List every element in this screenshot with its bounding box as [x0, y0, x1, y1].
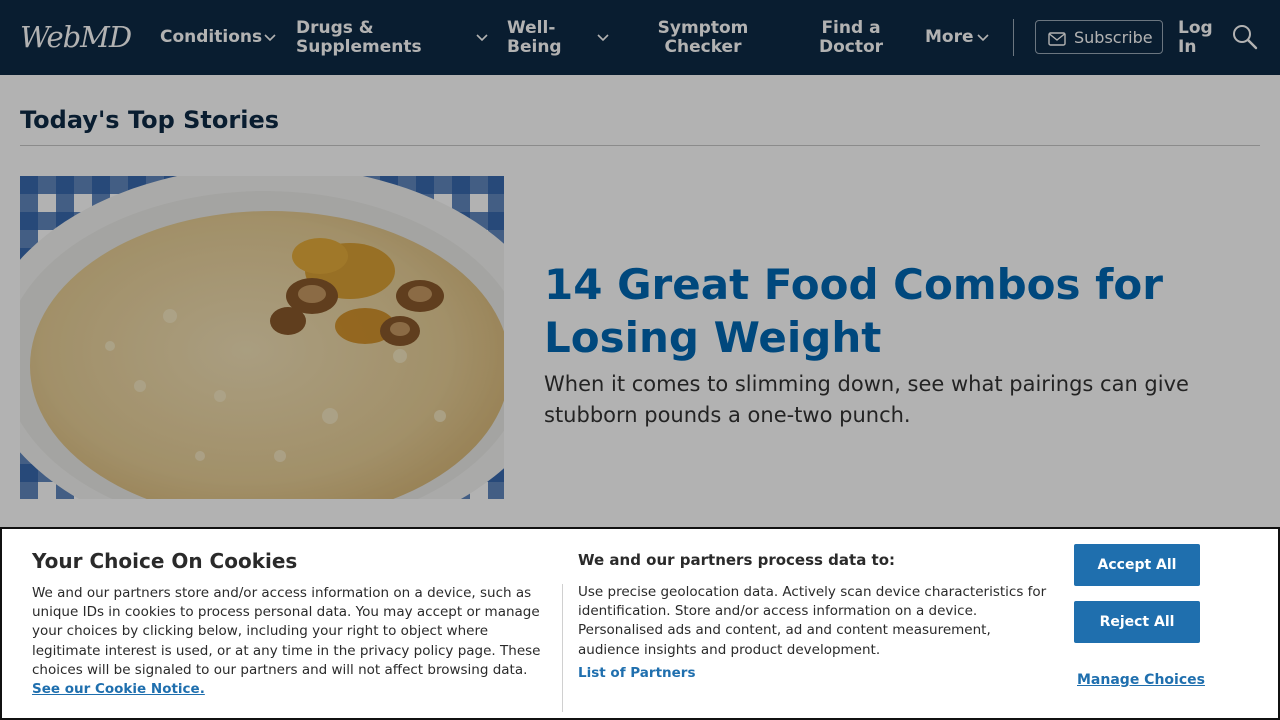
cookie-banner-title: Your Choice On Cookies	[32, 549, 298, 573]
purposes-heading: We and our partners process data to:	[578, 551, 896, 569]
cookie-consent-banner: Your Choice On Cookies We and our partne…	[0, 527, 1280, 720]
cookie-banner-body-text: We and our partners store and/or access …	[32, 585, 541, 678]
accept-all-button[interactable]: Accept All	[1074, 544, 1200, 586]
manage-choices-link[interactable]: Manage Choices	[1077, 672, 1205, 688]
cookie-banner-divider	[562, 584, 563, 712]
reject-all-button[interactable]: Reject All	[1074, 601, 1200, 643]
purposes-text: Use precise geolocation data. Actively s…	[578, 584, 1047, 658]
cookie-banner-body: We and our partners store and/or access …	[32, 584, 552, 699]
cookie-notice-link[interactable]: See our Cookie Notice.	[32, 681, 205, 697]
list-of-partners-link[interactable]: List of Partners	[578, 665, 695, 681]
